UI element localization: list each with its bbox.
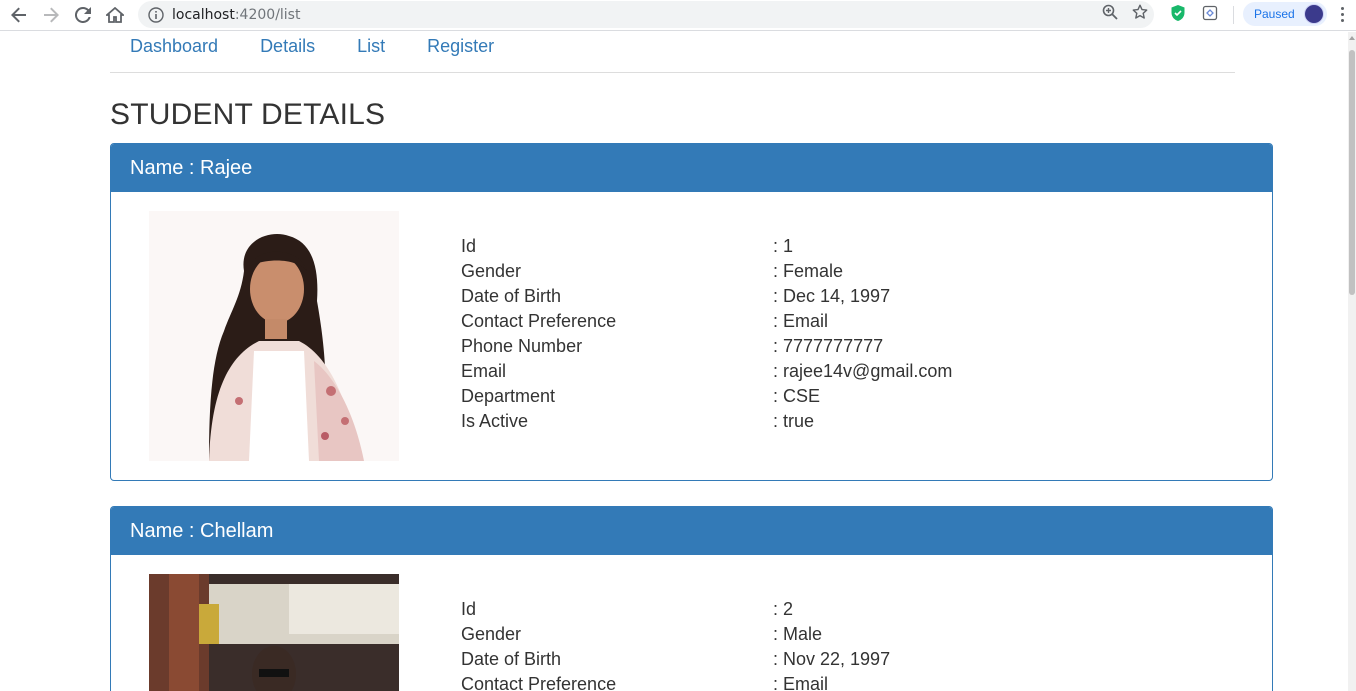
student-name-header: Name : Chellam [111, 507, 1272, 555]
nav-link-list[interactable]: List [337, 32, 405, 72]
forward-icon[interactable] [35, 2, 67, 28]
back-icon[interactable] [3, 2, 35, 28]
vertical-scrollbar[interactable] [1348, 32, 1356, 691]
puzzle-extension-icon[interactable] [1200, 3, 1220, 23]
field-row: Id : 1 [461, 236, 952, 261]
field-value: : Male [773, 624, 823, 644]
url-host: localhost [172, 6, 235, 23]
info-icon[interactable] [146, 5, 166, 25]
field-label: Is Active [461, 411, 529, 431]
student-fields: Id : 1 Gender : Female Date of Birth : Dec … [461, 236, 952, 436]
field-row: Contact Preference : Email [461, 311, 952, 336]
page-content: Dashboard Details List Register STUDENT … [0, 32, 1348, 691]
field-row: Gender : Male [461, 624, 890, 649]
student-photo [149, 211, 399, 461]
field-value: : Email [773, 674, 829, 691]
field-row: Date of Birth : Nov 22, 1997 [461, 649, 890, 674]
shield-extension-icon[interactable] [1168, 3, 1188, 23]
avatar [1304, 4, 1324, 24]
url-text[interactable]: localhost:4200/list [172, 7, 300, 23]
top-nav: Dashboard Details List Register [110, 32, 1235, 73]
field-label: Id [461, 236, 477, 256]
menu-icon[interactable] [1336, 4, 1348, 24]
field-label: Id [461, 599, 477, 619]
field-row: Id : 2 [461, 599, 890, 624]
field-value: : Dec 14, 1997 [773, 286, 891, 306]
student-card: Name : Chellam Id : 2 Gender : Male Date o… [110, 506, 1273, 691]
field-label: Email [461, 361, 507, 381]
field-label: Gender [461, 624, 522, 644]
field-value: : rajee14v@gmail.com [773, 361, 953, 381]
field-value: : 7777777777 [773, 336, 884, 356]
student-card: Name : Rajee Id: 1 Gender: Female Date o… [110, 143, 1273, 481]
profile-button[interactable]: Paused [1243, 2, 1327, 26]
nav-link-register[interactable]: Register [407, 32, 514, 72]
field-value: : CSE [773, 386, 821, 406]
field-row: Department : CSE [461, 386, 952, 411]
url-path: :4200/list [234, 6, 301, 23]
field-value: : 2 [773, 599, 794, 619]
reload-icon[interactable] [67, 2, 99, 28]
field-row: Email : rajee14v@gmail.com [461, 361, 952, 386]
field-row: Date of Birth : Dec 14, 1997 [461, 286, 952, 311]
address-bar[interactable]: localhost:4200/list [138, 1, 1154, 28]
field-value: : Email [773, 311, 829, 331]
student-photo [149, 574, 399, 691]
scrollbar-thumb[interactable] [1349, 50, 1355, 295]
home-icon[interactable] [99, 2, 131, 28]
field-row: Contact Preference : Email [461, 674, 890, 691]
field-label: Department [461, 386, 556, 406]
star-icon[interactable] [1132, 4, 1148, 25]
student-name-header: Name : Rajee [111, 144, 1272, 192]
field-label: Contact Preference [461, 311, 617, 331]
field-label: Contact Preference [461, 674, 617, 691]
page-title: STUDENT DETAILS [110, 98, 386, 131]
nav-link-dashboard[interactable]: Dashboard [110, 32, 238, 72]
field-value: : Female [773, 261, 844, 281]
student-fields: Id : 2 Gender : Male Date of Birth : Nov 22… [461, 599, 890, 691]
profile-status: Paused [1254, 7, 1295, 21]
nav-link-details[interactable]: Details [240, 32, 335, 72]
field-value: : 1 [773, 236, 794, 256]
field-row: Gender : Female [461, 261, 952, 286]
toolbar-divider [1233, 6, 1234, 24]
scroll-up-arrow[interactable] [1349, 36, 1355, 40]
field-label: Date of Birth [461, 649, 562, 669]
field-row: Phone Number : 7777777777 [461, 336, 952, 361]
zoom-icon[interactable] [1102, 4, 1118, 25]
field-label: Date of Birth [461, 286, 562, 306]
field-label: Gender [461, 261, 522, 281]
field-label: Phone Number [461, 336, 583, 356]
field-value: : Nov 22, 1997 [773, 649, 891, 669]
field-value: : true [773, 411, 815, 431]
field-row: Is Active : true [461, 411, 952, 436]
browser-toolbar: localhost:4200/list Paused [0, 0, 1356, 31]
